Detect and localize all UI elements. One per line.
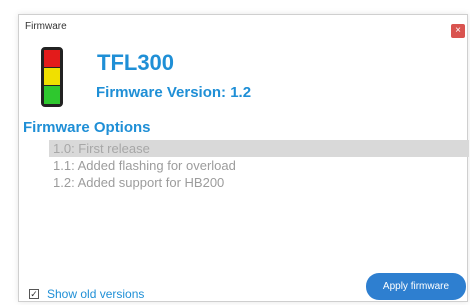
light-yellow [44,68,60,85]
checkmark-icon: ✓ [30,288,38,299]
show-old-versions-toggle[interactable]: ✓ Show old versions [29,287,144,301]
traffic-light-graphic [41,47,63,107]
product-name: TFL300 [97,50,175,75]
close-icon: × [455,25,461,36]
firmware-dialog: Firmware × TFL300 Firmware Version: 1.2 … [18,14,469,302]
apply-firmware-button[interactable]: Apply firmware [366,273,466,300]
version-item-1-1[interactable]: 1.1: Added flashing for overload [49,157,469,174]
version-item-1-0[interactable]: 1.0: First release [49,140,469,157]
window-title: Firmware [25,21,67,32]
firmware-version: Firmware Version: 1.2 [96,84,252,101]
light-green [44,86,60,104]
show-old-versions-label[interactable]: Show old versions [47,287,144,301]
checkbox-icon[interactable]: ✓ [29,289,39,299]
traffic-light-icon [41,47,63,112]
close-button[interactable]: × [451,24,465,38]
version-item-1-2[interactable]: 1.2: Added support for HB200 [49,174,469,191]
firmware-version-list[interactable]: 1.0: First release 1.1: Added flashing f… [49,140,469,191]
firmware-options-heading: Firmware Options [23,119,151,136]
light-red [44,50,60,67]
title-bar[interactable]: Firmware × [19,15,467,41]
